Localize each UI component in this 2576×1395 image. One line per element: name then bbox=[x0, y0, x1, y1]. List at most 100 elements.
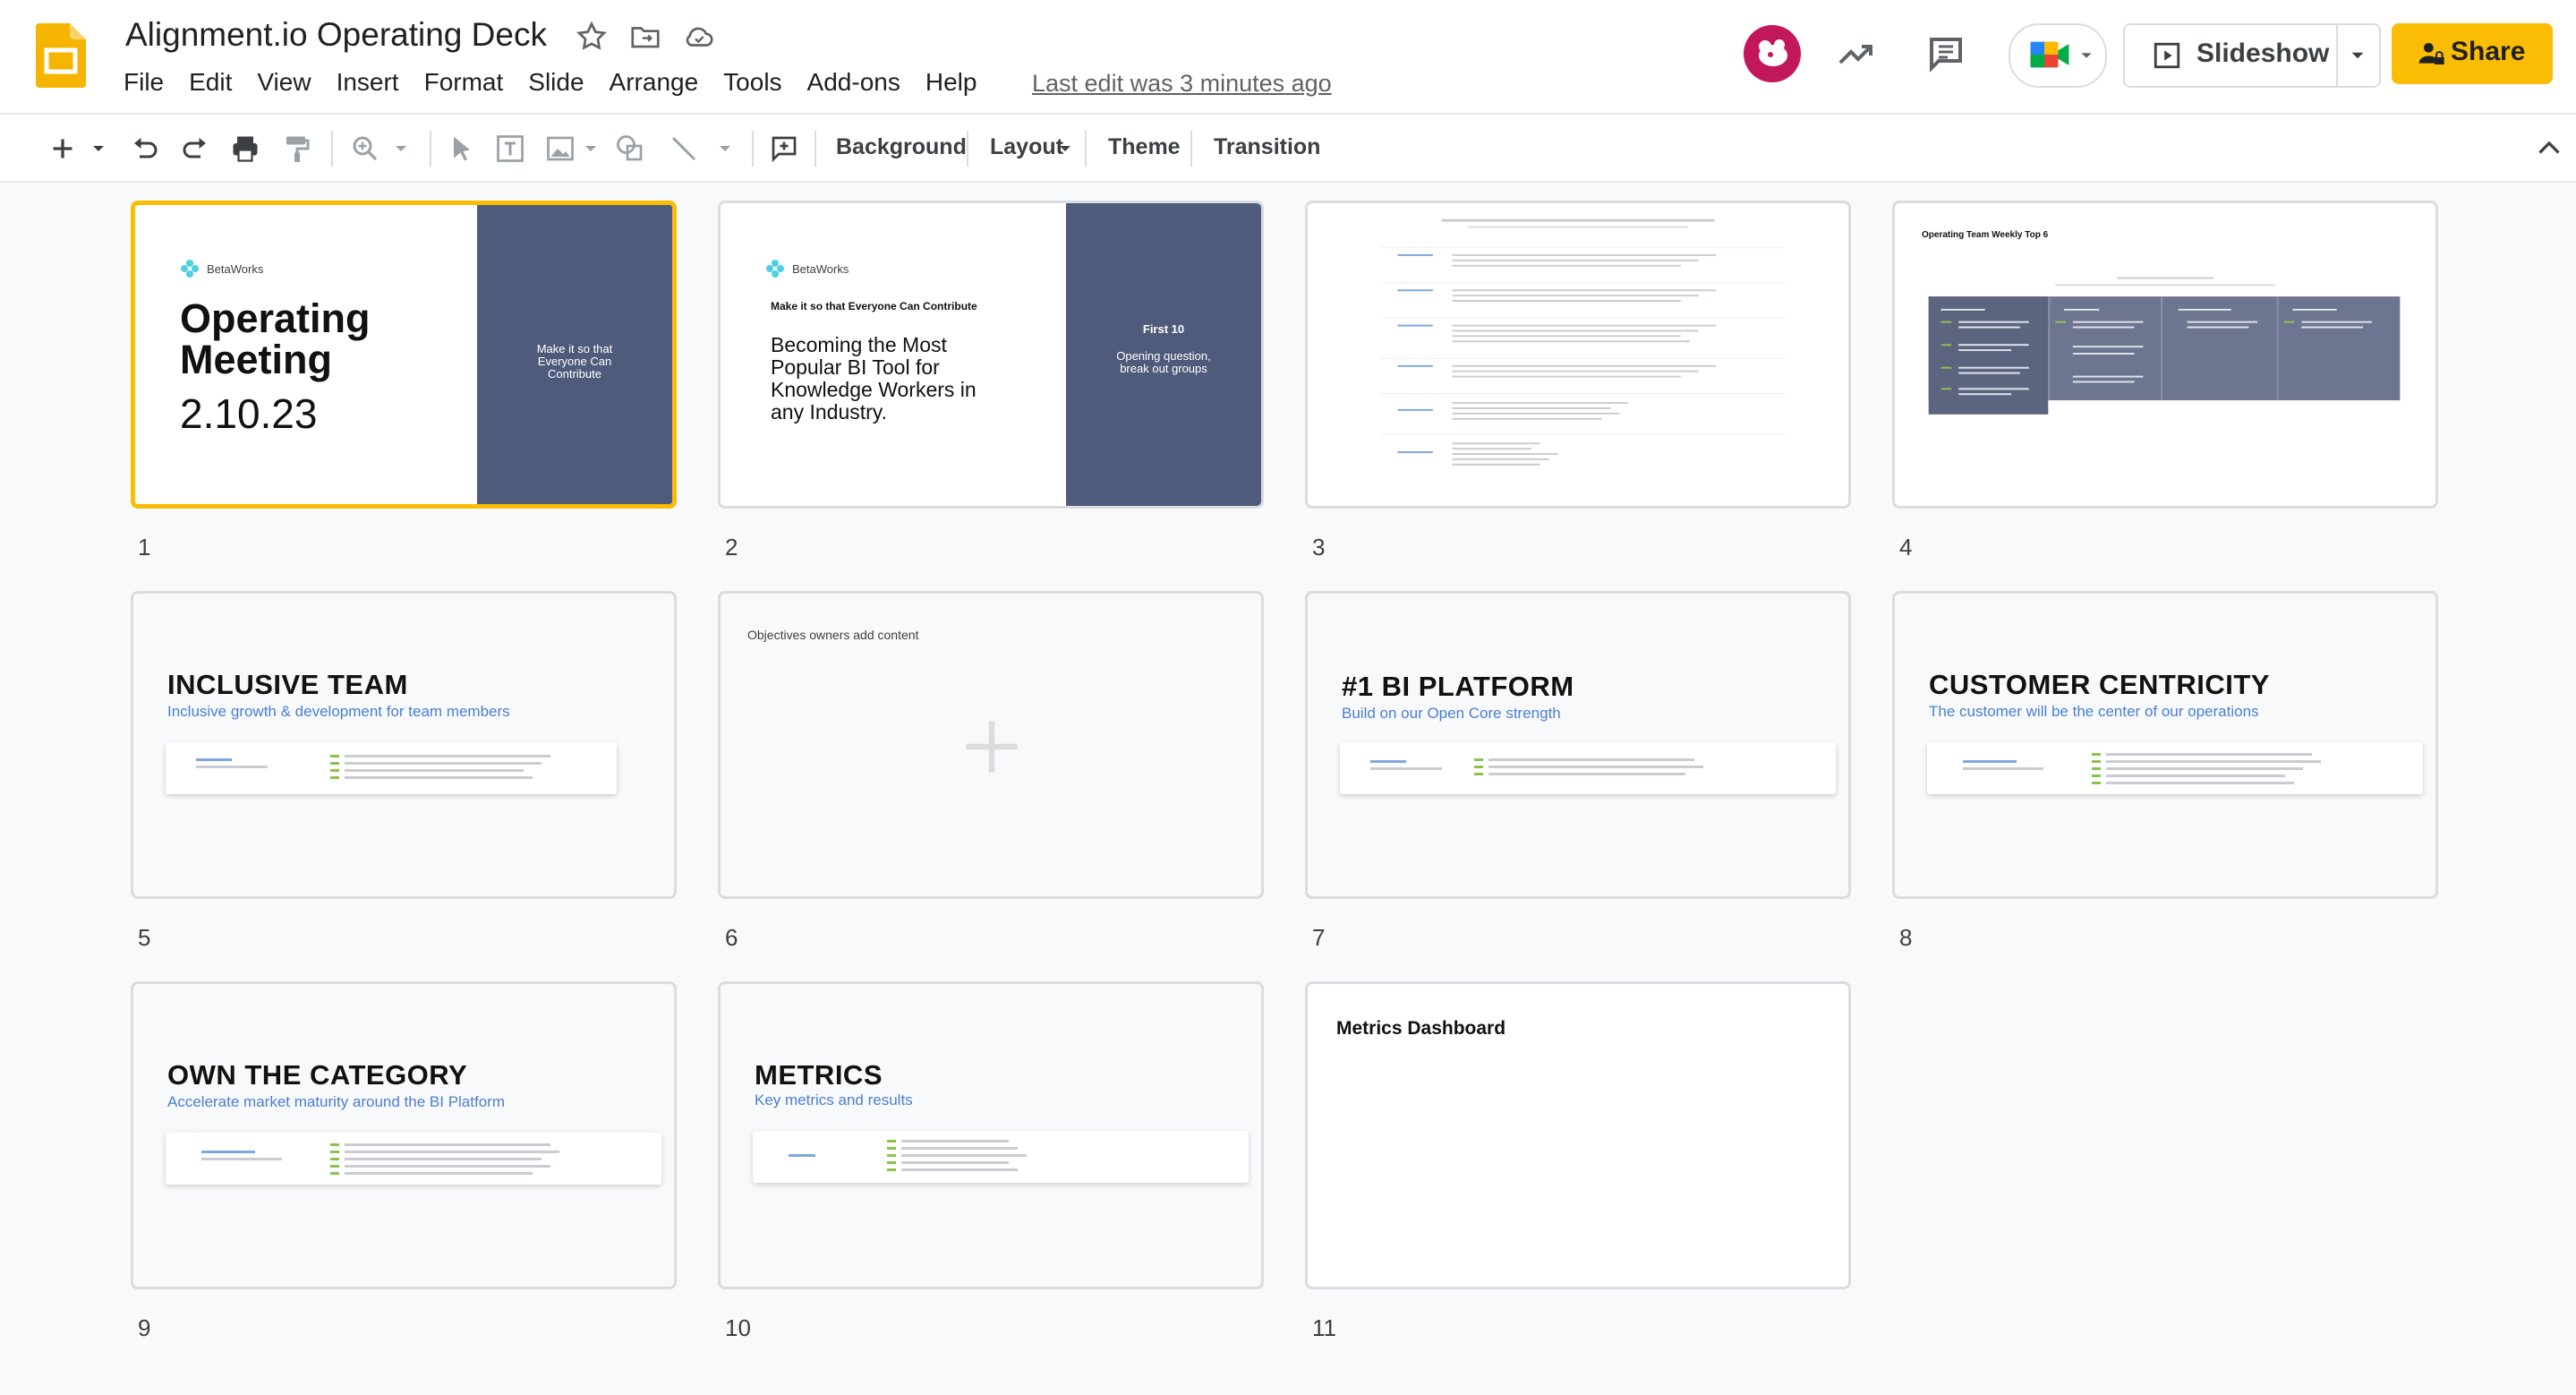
share-button[interactable]: Share bbox=[2392, 23, 2553, 84]
zoom-dropdown-icon[interactable] bbox=[390, 133, 412, 165]
slideshow-dropdown-icon[interactable] bbox=[2350, 48, 2365, 63]
slide-caption: Objectives owners add content bbox=[747, 628, 919, 642]
slide-title-line-2: Meeting bbox=[180, 337, 333, 382]
new-slide-dropdown-icon[interactable] bbox=[88, 133, 109, 165]
menu-file[interactable]: File bbox=[124, 68, 164, 97]
betaworks-logo-icon bbox=[181, 260, 199, 278]
toolbar: Background Layout Theme Transition bbox=[0, 113, 2576, 183]
line-icon[interactable] bbox=[668, 133, 700, 165]
slide-section-title: INCLUSIVE TEAM bbox=[167, 669, 408, 700]
redo-icon[interactable] bbox=[179, 133, 211, 165]
menu-insert[interactable]: Insert bbox=[337, 68, 399, 97]
doc-title[interactable]: Alignment.io Operating Deck bbox=[125, 16, 547, 54]
meet-button[interactable] bbox=[2009, 23, 2107, 88]
brand-logo: BetaWorks bbox=[765, 259, 849, 278]
slide-thumbnail-5[interactable]: INCLUSIVE TEAM Inclusive growth & develo… bbox=[131, 591, 677, 899]
slide-number-7: 7 bbox=[1312, 924, 1326, 951]
add-comment-icon[interactable] bbox=[768, 133, 800, 165]
slide-date: 2.10.23 bbox=[180, 390, 318, 437]
slide-number-2: 2 bbox=[725, 534, 738, 561]
menu-edit[interactable]: Edit bbox=[189, 68, 232, 97]
print-icon[interactable] bbox=[229, 133, 261, 165]
new-slide-icon[interactable] bbox=[47, 133, 79, 165]
slide-thumbnail-6[interactable]: Objectives owners add content bbox=[718, 591, 1264, 899]
paint-format-icon[interactable] bbox=[281, 133, 313, 165]
last-edit-link[interactable]: Last edit was 3 minutes ago bbox=[1032, 70, 1332, 98]
slide-section-title: CUSTOMER CENTRICITY bbox=[1929, 669, 2270, 700]
objective-card-preview bbox=[1927, 742, 2423, 794]
slide-thumbnail-9[interactable]: OWN THE CATEGORY Accelerate market matur… bbox=[131, 981, 677, 1289]
slide-section-subtitle: The customer will be the center of our o… bbox=[1929, 703, 2259, 720]
slideshow-icon bbox=[2154, 42, 2180, 69]
layout-dropdown-icon[interactable] bbox=[1056, 133, 1074, 165]
user-avatar[interactable] bbox=[1744, 25, 1801, 82]
plus-icon bbox=[966, 721, 1018, 773]
image-dropdown-icon[interactable] bbox=[580, 133, 601, 165]
slide-number-11: 11 bbox=[1312, 1314, 1336, 1341]
transition-button[interactable]: Transition bbox=[1214, 134, 1320, 160]
slide-thumbnail-1[interactable]: BetaWorks Operating Meeting 2.10.23 Make… bbox=[131, 201, 677, 509]
slide-number-9: 9 bbox=[138, 1314, 151, 1341]
shape-icon[interactable] bbox=[614, 133, 646, 165]
slide-number-10: 10 bbox=[725, 1314, 751, 1341]
slide-title-line-1: Operating bbox=[180, 295, 371, 341]
share-label: Share bbox=[2451, 37, 2526, 66]
slide-thumbnail-2[interactable]: BetaWorks Make it so that Everyone Can C… bbox=[718, 201, 1264, 509]
slide-thumbnail-10[interactable]: METRICS Key metrics and results bbox=[718, 981, 1264, 1289]
slide-section-subtitle: Build on our Open Core strength bbox=[1342, 705, 1561, 722]
meet-icon bbox=[2030, 41, 2069, 68]
theme-button[interactable]: Theme bbox=[1108, 134, 1181, 160]
slide-section-title: METRICS bbox=[755, 1059, 883, 1091]
menu-add-ons[interactable]: Add-ons bbox=[807, 68, 900, 97]
move-to-folder-icon[interactable] bbox=[628, 20, 662, 54]
slide-number-3: 3 bbox=[1312, 534, 1326, 561]
weekly-top-table-preview bbox=[1928, 277, 2401, 415]
slide-thumbnail-7[interactable]: #1 BI PLATFORM Build on our Open Core st… bbox=[1305, 591, 1851, 899]
image-icon[interactable] bbox=[544, 133, 576, 165]
objective-card-preview bbox=[166, 1133, 661, 1185]
background-button[interactable]: Background bbox=[836, 134, 967, 160]
slide-thumbnail-4[interactable]: Operating Team Weekly Top 6 bbox=[1892, 201, 2438, 509]
slide-section-title: OWN THE CATEGORY bbox=[167, 1059, 468, 1091]
menu-bar: File Edit View Insert Format Slide Arran… bbox=[124, 68, 1002, 97]
slide-thumbnail-11[interactable]: Metrics Dashboard bbox=[1305, 981, 1851, 1289]
slide-section-title: #1 BI PLATFORM bbox=[1342, 671, 1574, 702]
activity-trend-icon[interactable] bbox=[1835, 32, 1878, 75]
slide-section-subtitle: Accelerate market maturity around the BI… bbox=[167, 1093, 505, 1110]
slide-number-5: 5 bbox=[138, 924, 151, 951]
menu-view[interactable]: View bbox=[257, 68, 311, 97]
slide-thumbnail-8[interactable]: CUSTOMER CENTRICITY The customer will be… bbox=[1892, 591, 2438, 899]
collapse-toolbar-icon[interactable] bbox=[2533, 133, 2565, 165]
comments-icon[interactable] bbox=[1924, 32, 1967, 75]
slides-logo-icon[interactable] bbox=[36, 23, 86, 88]
undo-icon[interactable] bbox=[129, 133, 161, 165]
slideshow-button[interactable]: Slideshow bbox=[2123, 23, 2381, 88]
layout-button[interactable]: Layout bbox=[990, 134, 1063, 160]
menu-format[interactable]: Format bbox=[424, 68, 504, 97]
betaworks-logo-icon bbox=[766, 260, 784, 278]
slide-section-subtitle: Key metrics and results bbox=[755, 1091, 913, 1108]
star-icon[interactable] bbox=[575, 20, 609, 54]
zoom-icon[interactable] bbox=[349, 133, 381, 165]
brand-logo: BetaWorks bbox=[180, 259, 263, 278]
slide-side-panel: Make it so that Everyone Can Contribute bbox=[477, 205, 672, 504]
slide-heading: Metrics Dashboard bbox=[1336, 1018, 1506, 1039]
slide-number-4: 4 bbox=[1899, 534, 1913, 561]
slide-heading: Make it so that Everyone Can Contribute bbox=[771, 300, 977, 312]
line-dropdown-icon[interactable] bbox=[714, 133, 736, 165]
chevron-down-icon bbox=[2081, 53, 2092, 58]
menu-tools[interactable]: Tools bbox=[723, 68, 781, 97]
menu-help[interactable]: Help bbox=[925, 68, 977, 97]
select-cursor-icon[interactable] bbox=[446, 133, 478, 165]
text-box-icon[interactable] bbox=[494, 133, 526, 165]
menu-slide[interactable]: Slide bbox=[528, 68, 584, 97]
lock-person-icon bbox=[2418, 43, 2444, 64]
menu-arrange[interactable]: Arrange bbox=[610, 68, 699, 97]
app-header: Alignment.io Operating Deck File Edit Vi… bbox=[0, 0, 2576, 113]
slide-thumbnail-3[interactable] bbox=[1305, 201, 1851, 509]
okr-table-preview bbox=[1379, 218, 1785, 466]
objective-card-preview bbox=[166, 742, 617, 794]
slide-side-panel: First 10 Opening question, break out gro… bbox=[1066, 203, 1261, 506]
cloud-saved-icon[interactable] bbox=[682, 20, 716, 54]
objective-card-preview bbox=[1340, 742, 1836, 794]
